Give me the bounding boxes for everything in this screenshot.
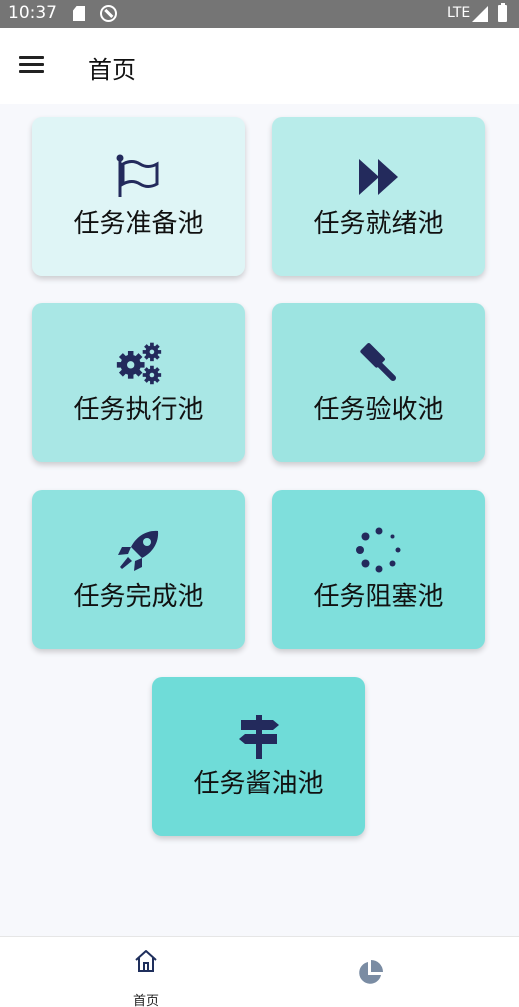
menu-icon[interactable]	[19, 55, 44, 75]
status-bar: 10:37 LTE	[0, 0, 519, 28]
pie-chart-icon	[359, 960, 383, 984]
bottom-navigation: 首页	[0, 936, 519, 1007]
card-label: 任务准备池	[73, 209, 204, 239]
battery-icon	[498, 3, 507, 22]
rocket-icon	[115, 526, 163, 574]
card-label: 任务酱油池	[193, 769, 324, 799]
sd-card-icon	[73, 6, 85, 21]
page-title: 首页	[88, 56, 136, 84]
card-task-prepare-pool[interactable]: 任务准备池	[32, 117, 245, 276]
network-type: LTE	[447, 5, 471, 21]
gears-icon	[115, 339, 163, 387]
card-label: 任务阻塞池	[313, 582, 444, 612]
fast-forward-icon	[355, 153, 403, 201]
card-task-acceptance-pool[interactable]: 任务验收池	[272, 303, 485, 462]
spinner-icon	[355, 526, 403, 574]
signpost-icon	[235, 713, 283, 761]
card-label: 任务执行池	[73, 395, 204, 425]
card-task-blocked-pool[interactable]: 任务阻塞池	[272, 490, 485, 649]
flag-icon	[115, 153, 163, 201]
home-icon	[135, 950, 157, 972]
card-task-ready-pool[interactable]: 任务就绪池	[272, 117, 485, 276]
card-task-execute-pool[interactable]: 任务执行池	[32, 303, 245, 462]
data-saver-icon	[100, 5, 117, 22]
card-task-idle-pool[interactable]: 任务酱油池	[152, 677, 365, 836]
card-task-complete-pool[interactable]: 任务完成池	[32, 490, 245, 649]
card-label: 任务验收池	[313, 395, 444, 425]
nav-home-label: 首页	[132, 994, 159, 1007]
card-label: 任务完成池	[73, 582, 204, 612]
app-bar: 首页	[0, 28, 519, 104]
nav-home[interactable]: 首页	[110, 945, 182, 1007]
signal-icon	[472, 6, 488, 22]
card-label: 任务就绪池	[313, 209, 444, 239]
nav-statistics[interactable]	[345, 947, 395, 997]
status-time: 10:37	[8, 3, 57, 23]
gavel-icon	[355, 339, 403, 387]
